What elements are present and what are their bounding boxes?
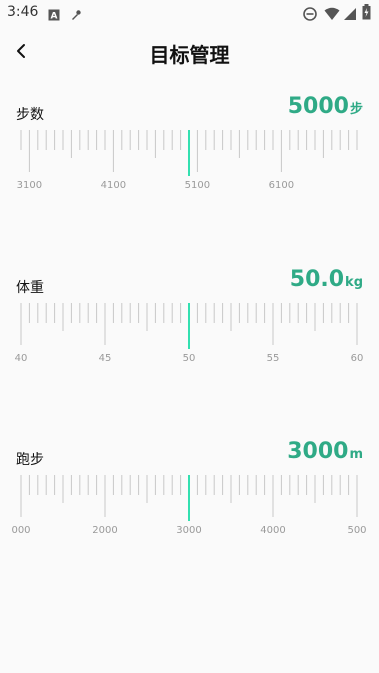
ruler-tick-label: 500: [347, 525, 366, 536]
notification-a-icon: A: [48, 6, 60, 25]
ruler-tick-label: 3100: [17, 180, 42, 191]
ruler-tick-label: 4100: [101, 180, 126, 191]
ruler-tick-label: 55: [267, 353, 280, 364]
ruler-tick-label: 000: [11, 525, 30, 536]
ruler-tick-label: 4000: [260, 525, 285, 536]
steps-label: 步数: [16, 107, 44, 123]
weight-goal-section: 体重 50.0kg 40 45 50 55 60: [0, 267, 379, 367]
running-goal-section: 跑步 3000m 000 2000 3000 4000 500: [0, 439, 379, 539]
running-value: 3000m: [287, 439, 363, 464]
running-value-unit: m: [349, 447, 363, 462]
ruler-tick-label: 40: [15, 353, 28, 364]
signal-icon: [343, 6, 357, 25]
running-label: 跑步: [16, 452, 44, 468]
svg-text:A: A: [51, 12, 58, 22]
steps-value: 5000步: [288, 94, 363, 119]
status-time: 3:46: [7, 4, 39, 20]
ruler-tick-label: 3000: [176, 525, 201, 536]
running-value-number: 3000: [287, 439, 349, 464]
weight-ruler[interactable]: 40 45 50 55 60: [0, 303, 379, 367]
steps-value-number: 5000: [287, 94, 349, 119]
page-title: 目标管理: [149, 43, 230, 67]
ruler-tick-label: 50: [183, 353, 196, 364]
status-bar: 3:46 A: [0, 0, 379, 26]
weight-value-number: 50.0: [289, 267, 345, 292]
steps-ruler[interactable]: 3100 4100 5100 6100: [0, 130, 379, 194]
ruler-tick-label: 60: [351, 353, 364, 364]
notification-tool-icon: [70, 6, 82, 25]
nav-bar: 目标管理: [0, 26, 379, 78]
ruler-tick-label: 5100: [185, 180, 210, 191]
steps-goal-section: 步数 5000步 3100 4100 5100 6100: [0, 94, 379, 194]
wifi-icon: [324, 6, 340, 25]
ruler-tick-label: 45: [99, 353, 112, 364]
running-ruler[interactable]: 000 2000 3000 4000 500: [0, 475, 379, 539]
weight-label: 体重: [16, 280, 44, 296]
weight-value-unit: kg: [345, 275, 363, 290]
ruler-tick-label: 2000: [92, 525, 117, 536]
ruler-tick-label: 6100: [269, 180, 294, 191]
weight-value: 50.0kg: [290, 267, 363, 292]
do-not-disturb-icon: [303, 6, 317, 25]
steps-value-unit: 步: [349, 102, 363, 117]
battery-icon: [362, 4, 371, 24]
